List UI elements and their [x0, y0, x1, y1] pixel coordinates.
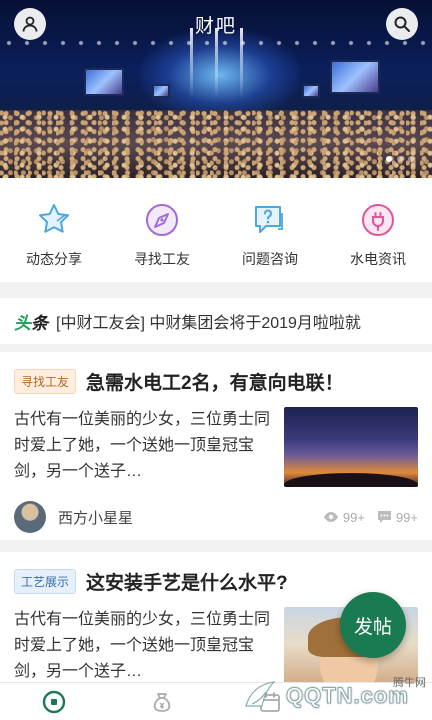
headline-tag-green: 头 — [14, 313, 31, 333]
question-chat-icon — [250, 200, 290, 240]
post-author[interactable]: 西方小星星 — [14, 501, 133, 533]
page-title: 财吧 — [194, 16, 237, 37]
stage-screen — [84, 68, 124, 96]
post-body: 古代有一位美丽的少女，三位勇士同时爱上了她，一个送她一顶皇冠宝剑，另一个送子… — [14, 407, 418, 487]
watermark-brand: QQTN.com — [286, 683, 409, 709]
light-beam — [190, 28, 193, 98]
stage-screen — [302, 84, 320, 98]
stage-screen — [152, 84, 170, 98]
nav-home[interactable] — [0, 683, 108, 720]
hero-banner[interactable]: 财吧 — [0, 0, 432, 178]
category-share[interactable]: 动态分享 — [0, 178, 108, 282]
views-stat: 99+ — [323, 510, 365, 525]
watermark-logo-icon — [245, 681, 276, 707]
watermark-site: 腾牛网 — [393, 677, 426, 689]
category-row: 动态分享 寻找工友 问题咨询 水电资讯 — [0, 178, 432, 282]
comment-icon — [377, 511, 391, 523]
post-thumbnail[interactable] — [284, 407, 418, 487]
category-label: 问题咨询 — [242, 251, 298, 267]
search-icon — [394, 16, 410, 32]
crowd-image — [0, 110, 432, 178]
post-tag[interactable]: 寻找工友 — [14, 369, 77, 394]
carousel-dot[interactable] — [397, 156, 403, 162]
comments-stat[interactable]: 99+ — [377, 510, 418, 525]
plug-icon — [358, 200, 398, 240]
category-questions[interactable]: 问题咨询 — [216, 178, 324, 282]
category-find-coworker[interactable]: 寻找工友 — [108, 178, 216, 282]
post-meta: 西方小星星 99+ 99+ — [14, 501, 418, 533]
nav-wallet[interactable] — [108, 683, 216, 720]
eye-icon — [323, 512, 338, 522]
money-bag-icon — [153, 692, 171, 712]
post-excerpt[interactable]: 古代有一位美丽的少女，三位勇士同时爱上了她，一个送她一顶皇冠宝剑，另一个送子… — [14, 407, 272, 487]
post-tag[interactable]: 工艺展示 — [14, 569, 77, 594]
post-header: 寻找工友 急需水电工2名，有意向电联！ — [14, 352, 418, 395]
search-button[interactable] — [386, 8, 418, 40]
light-beam — [240, 28, 243, 98]
views-count: 99+ — [342, 509, 365, 525]
site-watermark: QQTN.com 腾牛网 — [240, 672, 430, 720]
headline-text[interactable]: [中财工友会] 中财集团会将于2019月啦啦就 — [56, 309, 361, 333]
author-name[interactable]: 西方小星星 — [58, 507, 133, 528]
post-title[interactable]: 这安装手艺是什么水平? — [86, 568, 288, 595]
carousel-indicator — [386, 156, 414, 162]
stage-screen — [330, 60, 380, 94]
category-label: 动态分享 — [26, 251, 82, 267]
compass-icon — [142, 200, 182, 240]
category-utility-news[interactable]: 水电资讯 — [324, 178, 432, 282]
home-icon — [42, 690, 66, 713]
new-post-button[interactable]: 发帖 — [340, 592, 406, 658]
headline-tag: 头条 — [14, 309, 48, 334]
category-label: 水电资讯 — [350, 251, 406, 267]
comments-count: 99+ — [395, 509, 418, 525]
post-stats: 99+ 99+ — [323, 510, 418, 525]
carousel-dot[interactable] — [408, 156, 414, 162]
category-label: 寻找工友 — [134, 251, 190, 267]
post-header: 工艺展示 这安装手艺是什么水平? — [14, 552, 418, 595]
post-card[interactable]: 寻找工友 急需水电工2名，有意向电联！ 古代有一位美丽的少女，三位勇士同时爱上了… — [0, 352, 432, 540]
carousel-dot[interactable] — [386, 156, 392, 162]
light-beam — [215, 28, 218, 98]
avatar[interactable] — [14, 501, 46, 533]
post-title[interactable]: 急需水电工2名，有意向电联！ — [86, 368, 344, 395]
headline-tag-dark: 条 — [31, 313, 48, 333]
star-icon — [34, 200, 74, 240]
headline-ticker[interactable]: 头条 [中财工友会] 中财集团会将于2019月啦啦就 — [0, 298, 432, 344]
